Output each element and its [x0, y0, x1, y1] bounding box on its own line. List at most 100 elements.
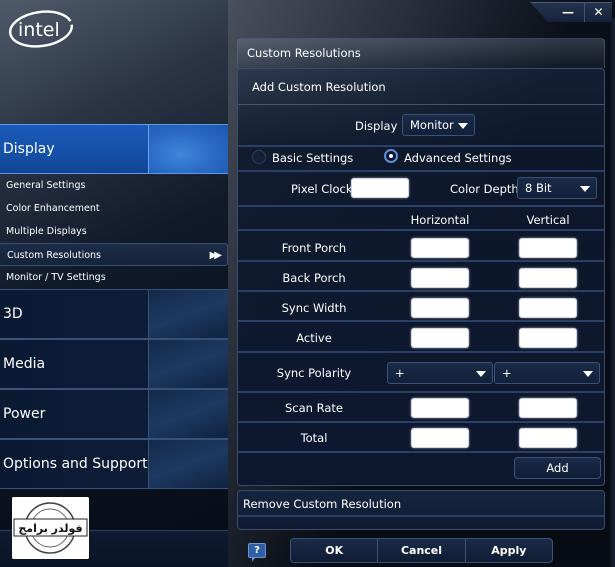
divider [238, 515, 604, 517]
back-porch-horizontal-input[interactable] [411, 268, 469, 288]
apply-button[interactable]: Apply [464, 539, 552, 562]
divider [238, 320, 604, 322]
display-label: Display [355, 119, 398, 133]
sync-polarity-horizontal-value: + [395, 366, 405, 380]
chevron-down-icon [580, 186, 590, 192]
sub-item-label: Monitor / TV Settings [6, 272, 106, 283]
pixel-clock-input[interactable] [351, 178, 409, 198]
divider [238, 351, 604, 353]
section-title: Custom Resolutions [247, 46, 361, 60]
scan-rate-label: Scan Rate [285, 401, 343, 415]
total-vertical-input[interactable] [519, 428, 577, 448]
front-porch-label: Front Porch [281, 241, 347, 255]
display-dropdown-value: Monitor [410, 118, 454, 132]
advanced-settings-radio[interactable] [384, 149, 398, 163]
active-horizontal-input[interactable] [411, 328, 469, 348]
chevron-down-icon [583, 371, 593, 377]
sub-item-label: Multiple Displays [6, 226, 87, 237]
nav-display[interactable]: Display [0, 124, 228, 174]
nav-label: Display [3, 141, 55, 157]
display-dropdown[interactable]: Monitor [402, 114, 475, 136]
nav-tile [148, 340, 228, 388]
nav-label: 3D [3, 306, 23, 322]
window-controls: — ✕ [530, 2, 612, 22]
watermark-text: فولدر برامج [18, 522, 82, 535]
divider [238, 145, 604, 147]
sync-width-label: Sync Width [281, 301, 347, 315]
nav-3d[interactable]: 3D [0, 289, 228, 339]
minimize-button[interactable]: — [554, 2, 582, 22]
add-custom-resolution-panel: Add Custom Resolution Display Monitor Ba… [237, 68, 605, 486]
nav-tile [148, 125, 228, 173]
add-panel-title: Add Custom Resolution [252, 80, 386, 94]
remove-custom-resolution-panel[interactable]: Remove Custom Resolution [237, 490, 605, 530]
remove-panel-title: Remove Custom Resolution [243, 497, 402, 511]
divider [238, 205, 604, 207]
scan-rate-vertical-input[interactable] [519, 398, 577, 418]
add-button[interactable]: Add [514, 457, 601, 479]
close-button[interactable]: ✕ [584, 2, 612, 22]
back-porch-vertical-input[interactable] [519, 268, 577, 288]
nav-options-and-support[interactable]: Options and Support [0, 439, 228, 489]
nav-media[interactable]: Media [0, 339, 228, 389]
brand-text: intel [18, 19, 60, 41]
sync-width-horizontal-input[interactable] [411, 298, 469, 318]
sub-item-label: Custom Resolutions [7, 250, 102, 261]
divider [238, 260, 604, 262]
chevron-down-icon [476, 371, 486, 377]
nav-label: Power [3, 406, 46, 422]
sub-item-general-settings[interactable]: General Settings [0, 174, 228, 197]
sync-width-vertical-input[interactable] [519, 298, 577, 318]
pixel-clock-label: Pixel Clock [291, 182, 353, 196]
divider [238, 451, 604, 453]
active-vertical-input[interactable] [519, 328, 577, 348]
vertical-header: Vertical [526, 213, 570, 227]
sub-item-label: General Settings [6, 180, 86, 191]
color-depth-value: 8 Bit [525, 181, 552, 195]
divider [238, 391, 604, 393]
nav-tile [148, 290, 228, 338]
active-label: Active [296, 331, 332, 345]
sub-item-multiple-displays[interactable]: Multiple Displays [0, 220, 228, 243]
divider [238, 170, 604, 172]
advanced-settings-label: Advanced Settings [404, 151, 512, 165]
sub-item-monitor-tv-settings[interactable]: Monitor / TV Settings [0, 266, 228, 289]
basic-settings-radio[interactable] [252, 150, 266, 164]
window-edge [610, 18, 615, 567]
sidebar: intel Display General Settings Color Enh… [0, 0, 228, 567]
nav-tile [148, 440, 228, 488]
nav-tile [148, 390, 228, 438]
scan-rate-horizontal-input[interactable] [411, 398, 469, 418]
color-depth-label: Color Depth [450, 182, 519, 196]
help-button[interactable]: ? [248, 543, 266, 562]
sync-polarity-vertical-dropdown[interactable]: + [494, 362, 600, 384]
nav-label: Media [3, 356, 46, 372]
horizontal-header: Horizontal [410, 213, 470, 227]
front-porch-horizontal-input[interactable] [411, 238, 469, 258]
nav-label: Options and Support [3, 456, 148, 472]
sync-polarity-horizontal-dropdown[interactable]: + [387, 362, 493, 384]
sync-polarity-label: Sync Polarity [276, 366, 352, 380]
nav-power[interactable]: Power [0, 389, 228, 439]
back-porch-label: Back Porch [282, 271, 346, 285]
divider [238, 421, 604, 423]
basic-settings-label: Basic Settings [272, 151, 354, 165]
ok-button[interactable]: OK [291, 539, 377, 562]
color-depth-dropdown[interactable]: 8 Bit [517, 177, 597, 199]
sub-item-custom-resolutions[interactable]: Custom Resolutions ▶▶ [0, 243, 228, 266]
dialog-buttons: OK Cancel Apply [290, 538, 553, 563]
total-label: Total [300, 431, 328, 445]
divider [238, 290, 604, 292]
sync-polarity-vertical-value: + [502, 366, 512, 380]
add-panel-header[interactable]: Add Custom Resolution [238, 69, 604, 105]
front-porch-vertical-input[interactable] [519, 238, 577, 258]
cancel-button[interactable]: Cancel [377, 539, 464, 562]
watermark-stamp: فولدر برامج [12, 497, 89, 559]
intel-logo: intel [9, 10, 73, 48]
chevron-down-icon [458, 123, 468, 129]
divider [238, 229, 604, 231]
sub-item-label: Color Enhancement [6, 203, 100, 214]
sub-item-color-enhancement[interactable]: Color Enhancement [0, 197, 228, 220]
total-horizontal-input[interactable] [411, 428, 469, 448]
double-arrow-icon: ▶▶ [209, 250, 223, 261]
